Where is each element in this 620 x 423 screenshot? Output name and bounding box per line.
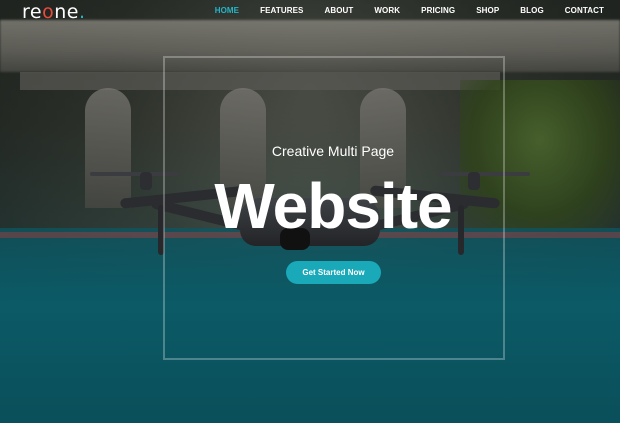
nav-item-blog[interactable]: BLOG xyxy=(520,6,544,16)
nav-item-home[interactable]: HOME xyxy=(215,6,239,16)
logo-accent-letter: o xyxy=(42,1,55,23)
nav-item-about[interactable]: ABOUT xyxy=(324,6,353,16)
main-nav: HOME FEATURES ABOUT WORK PRICING SHOP BL… xyxy=(194,6,604,16)
hero-subtitle: Creative Multi Page xyxy=(271,143,395,159)
site-logo[interactable]: reone. xyxy=(22,1,86,23)
hero-title: Website xyxy=(214,170,452,242)
nav-item-contact[interactable]: CONTACT xyxy=(565,6,604,16)
nav-item-shop[interactable]: SHOP xyxy=(476,6,499,16)
nav-item-work[interactable]: WORK xyxy=(374,6,400,16)
site-header: reone. HOME FEATURES ABOUT WORK PRICING … xyxy=(0,0,620,26)
logo-part: re xyxy=(22,1,43,23)
logo-dot: . xyxy=(78,1,86,23)
nav-item-pricing[interactable]: PRICING xyxy=(421,6,455,16)
get-started-button[interactable]: Get Started Now xyxy=(286,261,381,284)
page: reone. HOME FEATURES ABOUT WORK PRICING … xyxy=(0,0,620,423)
nav-item-features[interactable]: FEATURES xyxy=(260,6,303,16)
logo-part: ne xyxy=(54,1,79,23)
